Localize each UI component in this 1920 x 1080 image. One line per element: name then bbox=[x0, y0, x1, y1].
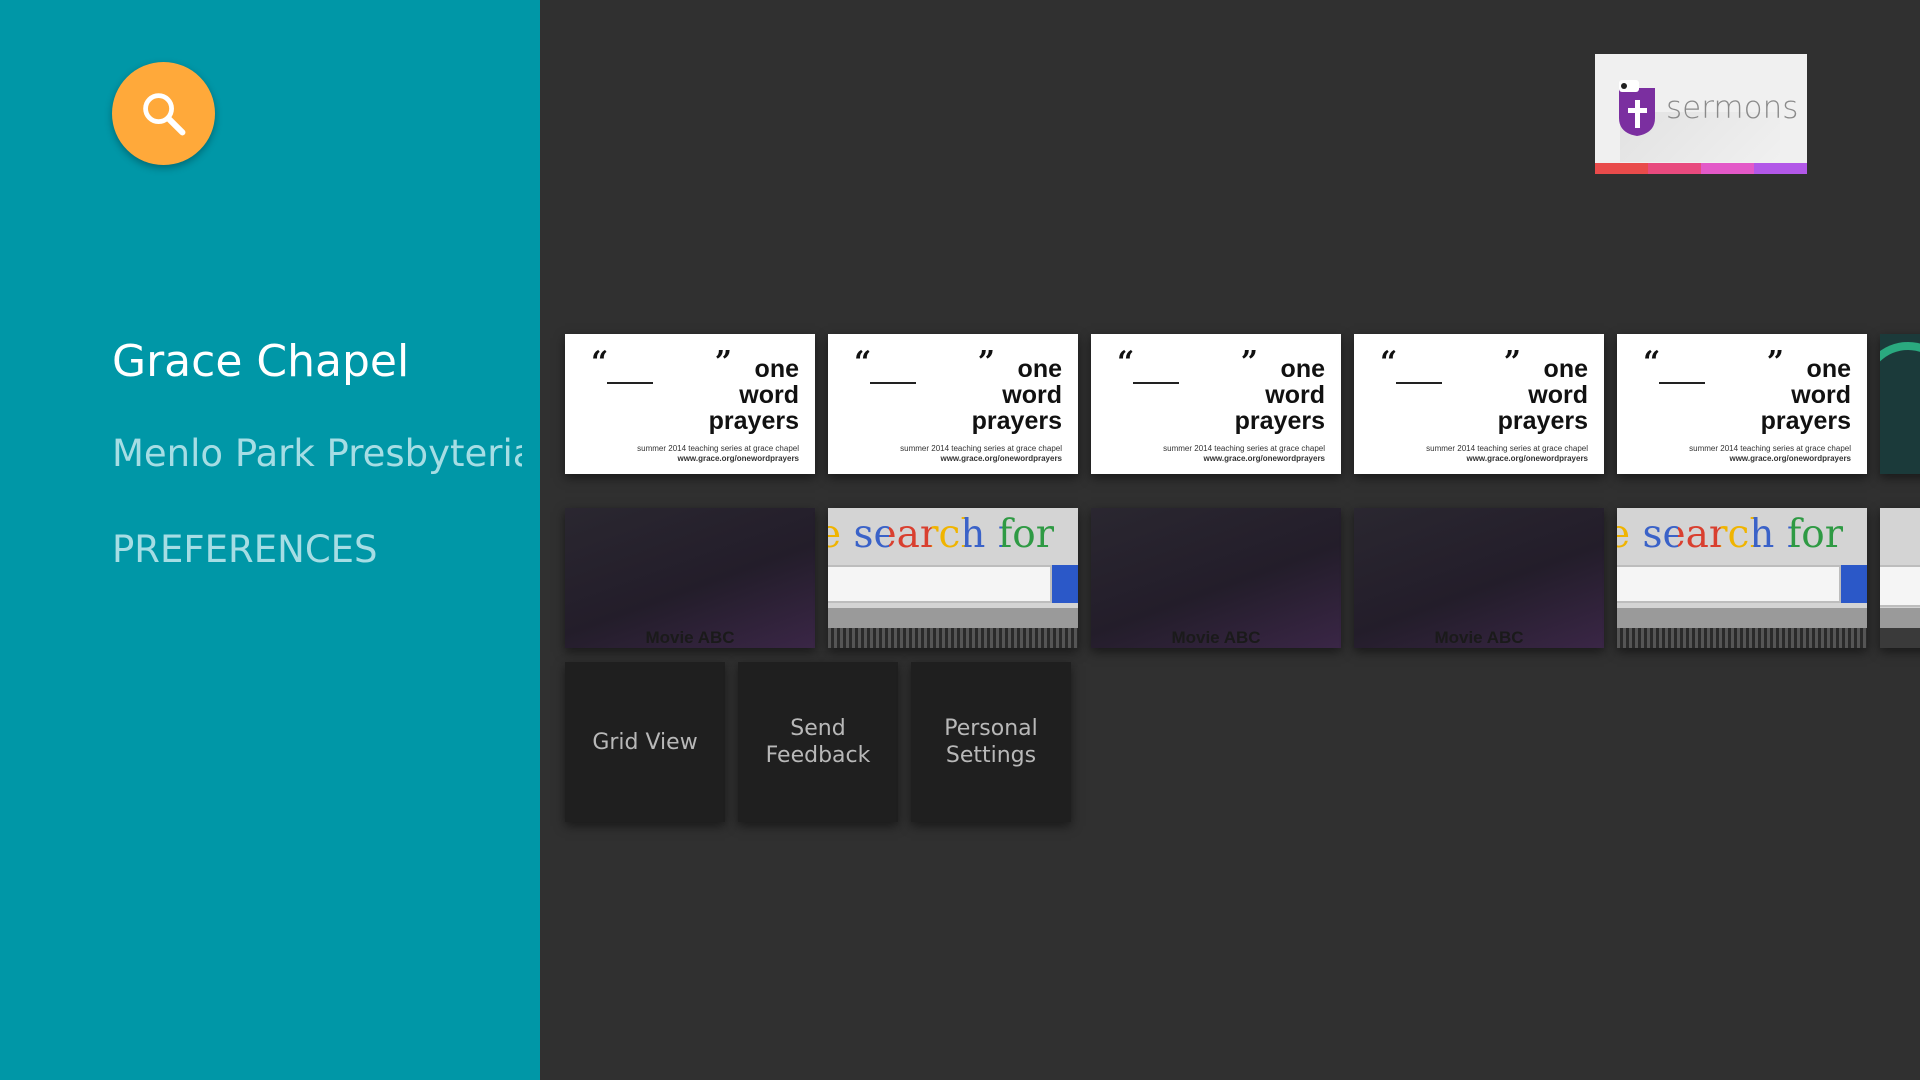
poster-url: www.grace.org/onewordprayers bbox=[677, 454, 799, 463]
poster-card[interactable]: “ ” one word prayers summer 2014 teaching se… bbox=[1091, 334, 1341, 474]
poster-card[interactable]: “ ” one word prayers summer 2014 teaching se… bbox=[1617, 334, 1867, 474]
poster-title-line: prayers bbox=[1760, 407, 1851, 435]
poster-url: www.grace.org/onewordprayers bbox=[1729, 454, 1851, 463]
toolbar-strip bbox=[828, 608, 1078, 628]
nav-item-grace-chapel[interactable]: Grace Chapel bbox=[112, 336, 409, 387]
video-caption: Movie ABC bbox=[1171, 628, 1261, 647]
poster-subtitle-line: summer 2014 teaching series at grace cha… bbox=[1163, 444, 1325, 453]
video-card[interactable]: Movie ABC bbox=[1091, 508, 1341, 648]
partial-card[interactable] bbox=[1880, 334, 1920, 474]
poster-subtitle: summer 2014 teaching series at grace cha… bbox=[900, 444, 1062, 464]
search-box bbox=[1617, 565, 1841, 603]
poster-card[interactable]: “ ” one word prayers summer 2014 teaching se… bbox=[565, 334, 815, 474]
poster-subtitle: summer 2014 teaching series at grace cha… bbox=[1426, 444, 1588, 464]
blank-line bbox=[1133, 382, 1179, 384]
poster-subtitle: summer 2014 teaching series at grace cha… bbox=[1689, 444, 1851, 464]
poster-card[interactable]: “ ” one word prayers summer 2014 teaching se… bbox=[828, 334, 1078, 474]
video-card[interactable]: e search for bbox=[1617, 508, 1867, 648]
search-box-button bbox=[1052, 565, 1078, 603]
video-caption: Movie ABC bbox=[1434, 628, 1524, 647]
poster-subtitle-line: summer 2014 teaching series at grace cha… bbox=[637, 444, 799, 453]
poster-title-line: prayers bbox=[971, 407, 1062, 435]
personal-settings-button[interactable]: Personal Settings bbox=[911, 662, 1071, 822]
poster-subtitle-line: summer 2014 teaching series at grace cha… bbox=[1689, 444, 1851, 453]
poster-title-line: word bbox=[1265, 381, 1325, 409]
poster-title: one word prayers bbox=[1498, 356, 1588, 434]
poster-title: one word prayers bbox=[972, 356, 1062, 434]
poster-title-line: prayers bbox=[708, 407, 799, 435]
poster-title-line: word bbox=[739, 381, 799, 409]
video-caption: e search for bbox=[828, 512, 1054, 557]
blank-line bbox=[1396, 382, 1442, 384]
poster-title-line: word bbox=[1791, 381, 1851, 409]
app-badge: sermons bbox=[1595, 54, 1807, 174]
badge-color-bar bbox=[1595, 163, 1807, 174]
poster-title-line: one bbox=[1280, 355, 1325, 383]
poster-title-line: prayers bbox=[1497, 407, 1588, 435]
poster-subtitle-line: summer 2014 teaching series at grace cha… bbox=[900, 444, 1062, 453]
poster-title: one word prayers bbox=[1761, 356, 1851, 434]
poster-title-line: one bbox=[1017, 355, 1062, 383]
keyboard-strip bbox=[828, 628, 1078, 648]
search-icon bbox=[142, 92, 185, 135]
poster-title-line: one bbox=[1543, 355, 1588, 383]
poster-title: one word prayers bbox=[1235, 356, 1325, 434]
keyboard-strip bbox=[1617, 628, 1867, 648]
search-box bbox=[828, 565, 1052, 603]
poster-subtitle: summer 2014 teaching series at grace cha… bbox=[637, 444, 799, 464]
search-button[interactable] bbox=[112, 62, 215, 165]
poster-title-line: word bbox=[1002, 381, 1062, 409]
poster-title-line: prayers bbox=[1234, 407, 1325, 435]
partial-card[interactable] bbox=[1880, 508, 1920, 648]
poster-title-line: one bbox=[1806, 355, 1851, 383]
blank-line bbox=[1659, 382, 1705, 384]
poster-url: www.grace.org/onewordprayers bbox=[1203, 454, 1325, 463]
poster-title-line: one bbox=[754, 355, 799, 383]
poster-card[interactable]: “ ” one word prayers summer 2014 teaching se… bbox=[1354, 334, 1604, 474]
poster-url: www.grace.org/onewordprayers bbox=[940, 454, 1062, 463]
poster-title-line: word bbox=[1528, 381, 1588, 409]
video-card[interactable]: Movie ABC bbox=[1354, 508, 1604, 648]
sidebar: Grace Chapel Menlo Park Presbyterian Chu… bbox=[0, 0, 540, 1080]
nav-item-preferences[interactable]: PREFERENCES bbox=[112, 528, 378, 571]
send-feedback-button[interactable]: Send Feedback bbox=[738, 662, 898, 822]
video-card[interactable]: Movie ABC bbox=[565, 508, 815, 648]
badge-text: sermons bbox=[1666, 90, 1799, 126]
video-caption: Movie ABC bbox=[645, 628, 735, 647]
poster-url: www.grace.org/onewordprayers bbox=[1466, 454, 1588, 463]
cross-shield-icon bbox=[1619, 80, 1655, 136]
search-box-button bbox=[1841, 565, 1867, 603]
poster-subtitle: summer 2014 teaching series at grace cha… bbox=[1163, 444, 1325, 464]
poster-subtitle-line: summer 2014 teaching series at grace cha… bbox=[1426, 444, 1588, 453]
poster-title: one word prayers bbox=[709, 356, 799, 434]
grid-view-button[interactable]: Grid View bbox=[565, 662, 725, 822]
nav-item-menlo-park[interactable]: Menlo Park Presbyterian Church bbox=[112, 432, 522, 475]
blank-line bbox=[607, 382, 653, 384]
video-card[interactable]: e search for bbox=[828, 508, 1078, 648]
toolbar-strip bbox=[1617, 608, 1867, 628]
video-caption: e search for bbox=[1617, 512, 1843, 557]
blank-line bbox=[870, 382, 916, 384]
